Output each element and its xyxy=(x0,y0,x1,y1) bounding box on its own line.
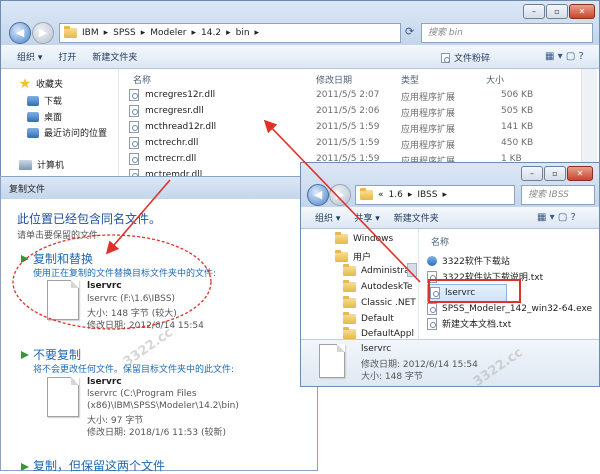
arrow-to-bg-window xyxy=(263,119,421,283)
arrow-to-copy-option xyxy=(105,179,171,255)
annotation-arrows xyxy=(105,119,421,283)
